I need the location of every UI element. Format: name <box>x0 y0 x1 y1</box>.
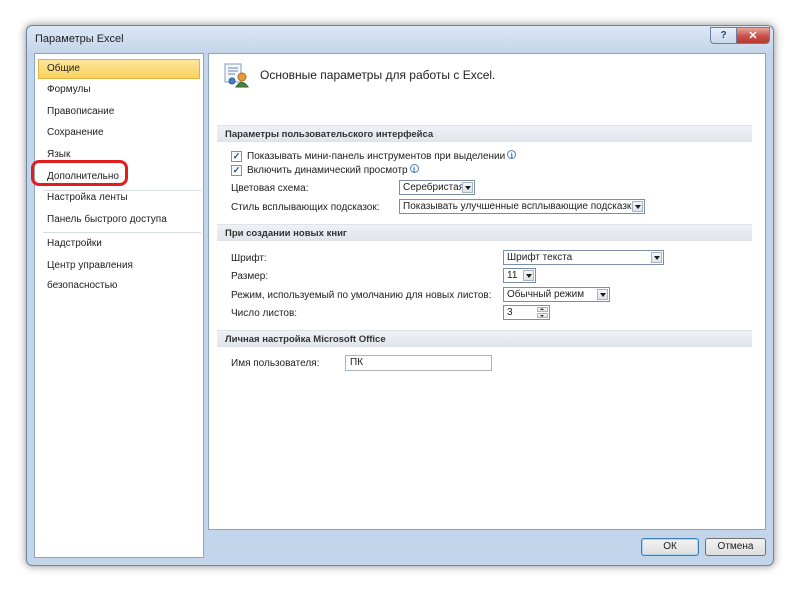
sidebar-item-general[interactable]: Общие <box>38 59 200 79</box>
chevron-down-icon[interactable] <box>632 201 643 212</box>
cancel-button[interactable]: Отмена <box>705 538 766 556</box>
size-select[interactable]: 11 <box>503 268 536 283</box>
sidebar-item-save[interactable]: Сохранение <box>38 123 200 143</box>
font-label: Шрифт: <box>231 253 267 264</box>
sidebar-item-advanced[interactable]: Дополнительно <box>38 167 200 187</box>
info-icon: i <box>507 150 517 160</box>
options-panel: Основные параметры для работы с Excel. П… <box>208 53 766 530</box>
info-icon: i <box>409 164 419 174</box>
title-bar[interactable]: Параметры Excel ? ✕ <box>27 26 773 52</box>
mini-toolbar-row: Показывать мини-панель инструментов при … <box>247 150 517 163</box>
color-scheme-select[interactable]: Серебристая <box>399 180 475 195</box>
sheets-count-value: 3 <box>507 307 513 318</box>
general-options-icon <box>224 63 249 88</box>
tooltip-style-value: Показывать улучшенные всплывающие подска… <box>403 201 637 212</box>
live-preview-row: Включить динамический просмотр i <box>247 164 419 177</box>
sidebar-item-formulas[interactable]: Формулы <box>38 80 200 100</box>
mini-toolbar-checkbox[interactable]: ✓ <box>231 151 242 162</box>
sidebar: Общие Формулы Правописание Сохранение Яз… <box>34 53 204 558</box>
sidebar-item-language[interactable]: Язык <box>38 145 200 165</box>
default-view-select[interactable]: Обычный режим <box>503 287 610 302</box>
sheets-count-stepper[interactable]: 3 <box>503 305 550 320</box>
sidebar-divider <box>43 232 201 233</box>
chevron-down-icon[interactable] <box>597 289 608 300</box>
tooltip-style-select[interactable]: Показывать улучшенные всплывающие подска… <box>399 199 645 214</box>
default-view-label: Режим, используемый по умолчанию для нов… <box>231 290 492 301</box>
sidebar-item-customize-ribbon[interactable]: Настройка ленты <box>38 188 200 208</box>
username-label: Имя пользователя: <box>231 358 320 369</box>
chevron-down-icon[interactable] <box>523 270 534 281</box>
spin-buttons[interactable] <box>537 307 548 318</box>
spin-up-icon[interactable] <box>537 307 548 312</box>
chevron-down-icon[interactable] <box>651 252 662 263</box>
section-header-personalize: Личная настройка Microsoft Office <box>217 330 752 347</box>
sidebar-item-proofing[interactable]: Правописание <box>38 102 200 122</box>
tooltip-style-label: Стиль всплывающих подсказок: <box>231 202 380 213</box>
sidebar-item-add-ins[interactable]: Надстройки <box>38 234 200 254</box>
font-value: Шрифт текста <box>507 252 573 263</box>
sidebar-item-trust-center[interactable]: Центр управления безопасностью <box>38 256 200 291</box>
help-button[interactable]: ? <box>710 27 737 44</box>
font-select[interactable]: Шрифт текста <box>503 250 664 265</box>
chevron-down-icon[interactable] <box>462 182 473 193</box>
color-scheme-value: Серебристая <box>403 182 465 193</box>
window-title: Параметры Excel <box>35 33 124 45</box>
close-button[interactable]: ✕ <box>736 27 770 44</box>
section-header-new-workbook: При создании новых книг <box>217 224 752 241</box>
live-preview-label: Включить динамический просмотр <box>247 165 408 176</box>
size-value: 11 <box>507 270 518 281</box>
page-title: Основные параметры для работы с Excel. <box>260 68 496 82</box>
size-label: Размер: <box>231 271 269 282</box>
ok-button[interactable]: ОК <box>641 538 699 556</box>
color-scheme-label: Цветовая схема: <box>231 183 309 194</box>
sheets-count-label: Число листов: <box>231 308 298 319</box>
live-preview-checkbox[interactable]: ✓ <box>231 165 242 176</box>
username-input[interactable]: ПК <box>345 355 492 371</box>
spin-down-icon[interactable] <box>537 313 548 318</box>
default-view-value: Обычный режим <box>507 289 585 300</box>
excel-options-dialog: Параметры Excel ? ✕ Общие Формулы Правоп… <box>26 25 774 566</box>
section-header-ui: Параметры пользовательского интерфейса <box>217 125 752 142</box>
sidebar-item-quick-access-toolbar[interactable]: Панель быстрого доступа <box>38 210 200 230</box>
mini-toolbar-label: Показывать мини-панель инструментов при … <box>247 151 506 162</box>
